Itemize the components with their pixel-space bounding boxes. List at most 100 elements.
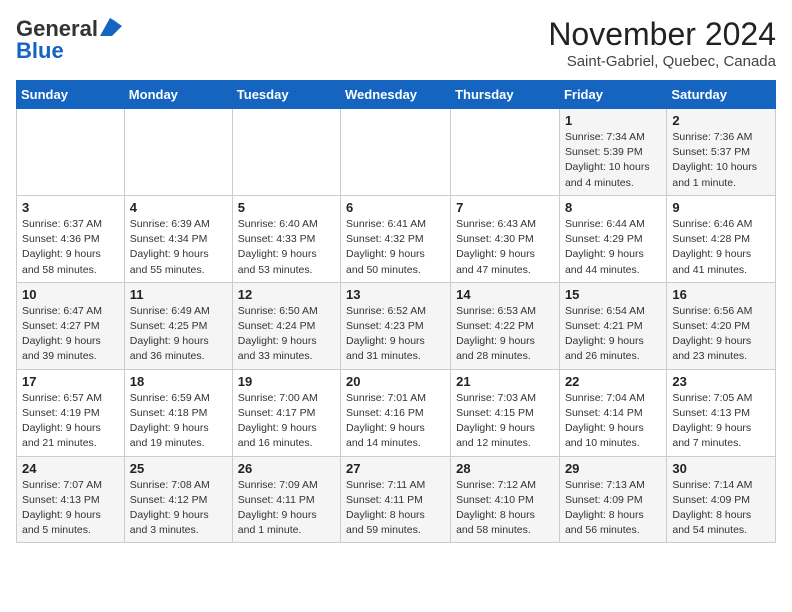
day-number: 16 xyxy=(672,287,770,302)
calendar-cell: 26 Sunrise: 7:09 AM Sunset: 4:11 PM Dayli… xyxy=(232,456,340,543)
day-detail: Sunrise: 6:47 AM Sunset: 4:27 PM Dayligh… xyxy=(22,304,119,365)
day-header-friday: Friday xyxy=(559,81,666,109)
day-detail: Sunrise: 7:08 AM Sunset: 4:12 PM Dayligh… xyxy=(130,478,227,539)
title-block: November 2024 Saint-Gabriel, Quebec, Can… xyxy=(548,16,776,70)
calendar-cell xyxy=(341,109,451,196)
day-detail: Sunrise: 6:40 AM Sunset: 4:33 PM Dayligh… xyxy=(238,217,335,278)
day-number: 11 xyxy=(130,287,227,302)
calendar-cell: 29 Sunrise: 7:13 AM Sunset: 4:09 PM Dayli… xyxy=(559,456,666,543)
day-number: 21 xyxy=(456,374,554,389)
calendar-table: SundayMondayTuesdayWednesdayThursdayFrid… xyxy=(16,80,776,543)
day-detail: Sunrise: 7:13 AM Sunset: 4:09 PM Dayligh… xyxy=(565,478,661,539)
calendar-cell: 30 Sunrise: 7:14 AM Sunset: 4:09 PM Dayli… xyxy=(667,456,776,543)
calendar-cell: 24 Sunrise: 7:07 AM Sunset: 4:13 PM Dayli… xyxy=(17,456,125,543)
day-header-sunday: Sunday xyxy=(17,81,125,109)
day-detail: Sunrise: 6:37 AM Sunset: 4:36 PM Dayligh… xyxy=(22,217,119,278)
calendar-cell: 6Sunrise: 6:41 AM Sunset: 4:32 PM Daylig… xyxy=(341,195,451,282)
day-detail: Sunrise: 7:05 AM Sunset: 4:13 PM Dayligh… xyxy=(672,391,770,452)
day-detail: Sunrise: 6:50 AM Sunset: 4:24 PM Dayligh… xyxy=(238,304,335,365)
day-detail: Sunrise: 6:57 AM Sunset: 4:19 PM Dayligh… xyxy=(22,391,119,452)
day-header-tuesday: Tuesday xyxy=(232,81,340,109)
day-detail: Sunrise: 6:56 AM Sunset: 4:20 PM Dayligh… xyxy=(672,304,770,365)
day-detail: Sunrise: 6:46 AM Sunset: 4:28 PM Dayligh… xyxy=(672,217,770,278)
month-title: November 2024 xyxy=(548,16,776,53)
day-number: 10 xyxy=(22,287,119,302)
calendar-cell: 27 Sunrise: 7:11 AM Sunset: 4:11 PM Dayli… xyxy=(341,456,451,543)
day-detail: Sunrise: 7:11 AM Sunset: 4:11 PM Dayligh… xyxy=(346,478,445,539)
calendar-cell: 28 Sunrise: 7:12 AM Sunset: 4:10 PM Dayli… xyxy=(451,456,560,543)
day-detail: Sunrise: 7:14 AM Sunset: 4:09 PM Dayligh… xyxy=(672,478,770,539)
day-number: 12 xyxy=(238,287,335,302)
day-number: 25 xyxy=(130,461,227,476)
day-detail: Sunrise: 7:09 AM Sunset: 4:11 PM Dayligh… xyxy=(238,478,335,539)
day-detail: Sunrise: 6:44 AM Sunset: 4:29 PM Dayligh… xyxy=(565,217,661,278)
page-header: General Blue November 2024 Saint-Gabriel… xyxy=(16,16,776,70)
day-number: 20 xyxy=(346,374,445,389)
calendar-cell: 9 Sunrise: 6:46 AM Sunset: 4:28 PM Daylig… xyxy=(667,195,776,282)
day-number: 15 xyxy=(565,287,661,302)
day-number: 30 xyxy=(672,461,770,476)
calendar-cell: 17 Sunrise: 6:57 AM Sunset: 4:19 PM Dayli… xyxy=(17,369,125,456)
day-detail: Sunrise: 7:36 AM Sunset: 5:37 PM Dayligh… xyxy=(672,130,770,191)
day-number: 9 xyxy=(672,200,770,215)
calendar-body: 1Sunrise: 7:34 AM Sunset: 5:39 PM Daylig… xyxy=(17,109,776,543)
calendar-cell: 22Sunrise: 7:04 AM Sunset: 4:14 PM Dayli… xyxy=(559,369,666,456)
day-header-wednesday: Wednesday xyxy=(341,81,451,109)
logo-bird-icon xyxy=(100,18,122,36)
day-number: 26 xyxy=(238,461,335,476)
calendar-cell: 5Sunrise: 6:40 AM Sunset: 4:33 PM Daylig… xyxy=(232,195,340,282)
week-row-1: 3 Sunrise: 6:37 AM Sunset: 4:36 PM Daylig… xyxy=(17,195,776,282)
day-number: 17 xyxy=(22,374,119,389)
calendar-cell: 23 Sunrise: 7:05 AM Sunset: 4:13 PM Dayli… xyxy=(667,369,776,456)
day-detail: Sunrise: 6:54 AM Sunset: 4:21 PM Dayligh… xyxy=(565,304,661,365)
day-number: 3 xyxy=(22,200,119,215)
calendar-cell: 15 Sunrise: 6:54 AM Sunset: 4:21 PM Dayli… xyxy=(559,282,666,369)
week-row-4: 24 Sunrise: 7:07 AM Sunset: 4:13 PM Dayli… xyxy=(17,456,776,543)
calendar-cell: 21 Sunrise: 7:03 AM Sunset: 4:15 PM Dayli… xyxy=(451,369,560,456)
calendar-cell: 16 Sunrise: 6:56 AM Sunset: 4:20 PM Dayli… xyxy=(667,282,776,369)
calendar-cell: 7 Sunrise: 6:43 AM Sunset: 4:30 PM Daylig… xyxy=(451,195,560,282)
calendar-cell: 1Sunrise: 7:34 AM Sunset: 5:39 PM Daylig… xyxy=(559,109,666,196)
day-header-saturday: Saturday xyxy=(667,81,776,109)
day-detail: Sunrise: 7:03 AM Sunset: 4:15 PM Dayligh… xyxy=(456,391,554,452)
day-detail: Sunrise: 6:39 AM Sunset: 4:34 PM Dayligh… xyxy=(130,217,227,278)
day-number: 7 xyxy=(456,200,554,215)
day-number: 24 xyxy=(22,461,119,476)
day-detail: Sunrise: 7:01 AM Sunset: 4:16 PM Dayligh… xyxy=(346,391,445,452)
day-number: 14 xyxy=(456,287,554,302)
day-detail: Sunrise: 7:00 AM Sunset: 4:17 PM Dayligh… xyxy=(238,391,335,452)
logo-text-blue: Blue xyxy=(16,38,64,64)
day-number: 29 xyxy=(565,461,661,476)
calendar-cell: 14 Sunrise: 6:53 AM Sunset: 4:22 PM Dayli… xyxy=(451,282,560,369)
day-number: 6 xyxy=(346,200,445,215)
calendar-cell: 10 Sunrise: 6:47 AM Sunset: 4:27 PM Dayli… xyxy=(17,282,125,369)
day-number: 4 xyxy=(130,200,227,215)
calendar-header-row: SundayMondayTuesdayWednesdayThursdayFrid… xyxy=(17,81,776,109)
day-detail: Sunrise: 7:07 AM Sunset: 4:13 PM Dayligh… xyxy=(22,478,119,539)
calendar-cell: 18 Sunrise: 6:59 AM Sunset: 4:18 PM Dayli… xyxy=(124,369,232,456)
calendar-cell: 4 Sunrise: 6:39 AM Sunset: 4:34 PM Daylig… xyxy=(124,195,232,282)
day-number: 13 xyxy=(346,287,445,302)
day-detail: Sunrise: 6:52 AM Sunset: 4:23 PM Dayligh… xyxy=(346,304,445,365)
day-detail: Sunrise: 7:12 AM Sunset: 4:10 PM Dayligh… xyxy=(456,478,554,539)
day-number: 22 xyxy=(565,374,661,389)
calendar-cell xyxy=(232,109,340,196)
week-row-3: 17 Sunrise: 6:57 AM Sunset: 4:19 PM Dayli… xyxy=(17,369,776,456)
location-subtitle: Saint-Gabriel, Quebec, Canada xyxy=(548,53,776,70)
day-detail: Sunrise: 6:43 AM Sunset: 4:30 PM Dayligh… xyxy=(456,217,554,278)
day-number: 1 xyxy=(565,113,661,128)
day-number: 27 xyxy=(346,461,445,476)
day-detail: Sunrise: 6:59 AM Sunset: 4:18 PM Dayligh… xyxy=(130,391,227,452)
day-detail: Sunrise: 6:49 AM Sunset: 4:25 PM Dayligh… xyxy=(130,304,227,365)
day-header-monday: Monday xyxy=(124,81,232,109)
day-number: 23 xyxy=(672,374,770,389)
week-row-2: 10 Sunrise: 6:47 AM Sunset: 4:27 PM Dayli… xyxy=(17,282,776,369)
day-detail: Sunrise: 6:53 AM Sunset: 4:22 PM Dayligh… xyxy=(456,304,554,365)
day-number: 8 xyxy=(565,200,661,215)
day-number: 18 xyxy=(130,374,227,389)
day-header-thursday: Thursday xyxy=(451,81,560,109)
calendar-cell: 20 Sunrise: 7:01 AM Sunset: 4:16 PM Dayli… xyxy=(341,369,451,456)
calendar-cell: 12 Sunrise: 6:50 AM Sunset: 4:24 PM Dayli… xyxy=(232,282,340,369)
day-number: 28 xyxy=(456,461,554,476)
calendar-cell xyxy=(17,109,125,196)
